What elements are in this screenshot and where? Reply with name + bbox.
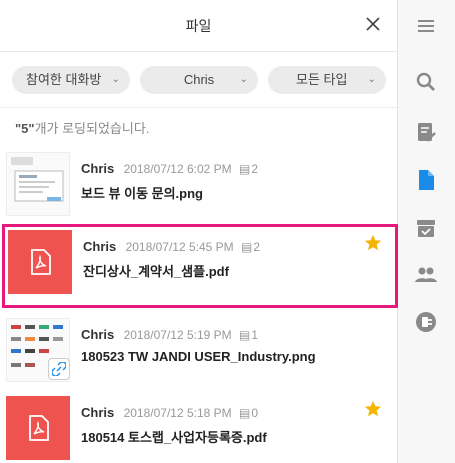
file-name[interactable]: 180514 토스랩_사업자등록증.pdf (81, 427, 267, 446)
loaded-count-text: 개가 로딩되었습니다. (34, 121, 150, 136)
file-list-item-selected[interactable]: Chris 2018/07/12 5:45 PM ▤2 잔디상사_계약서_샘플.… (2, 224, 398, 308)
filter-bar: 참여한 대화방 ⌄ Chris ⌄ 모든 타입 ⌄ (0, 52, 397, 108)
file-date: 2018/07/12 5:45 PM (125, 240, 234, 254)
file-name[interactable]: 180523 TW JANDI USER_Industry.png (81, 349, 316, 364)
comment-count: 2 (253, 240, 261, 254)
comment-count: 2 (251, 162, 259, 176)
comment-count: 1 (251, 328, 259, 342)
file-thumbnail (8, 230, 72, 294)
pdf-icon (31, 249, 51, 275)
star-icon[interactable] (364, 234, 382, 252)
star-icon[interactable] (364, 400, 382, 418)
loaded-count-number: "5" (15, 121, 35, 136)
file-icon-active[interactable] (414, 168, 438, 192)
file-thumbnail (6, 152, 70, 216)
chevron-down-icon: ⌄ (367, 74, 376, 85)
archive-box-icon[interactable] (414, 216, 438, 240)
file-author: Chris (81, 327, 115, 342)
todo-document-icon[interactable] (414, 120, 438, 144)
file-list-item[interactable]: Chris 2018/07/12 5:19 PM ▤1 180523 TW JA… (0, 312, 398, 396)
file-name[interactable]: 보드 뷰 이동 문의.png (81, 183, 203, 202)
members-icon[interactable] (414, 262, 438, 286)
file-date: 2018/07/12 5:19 PM (123, 328, 232, 342)
comment-icon: ▤ (239, 162, 251, 176)
panel-title: 파일 (185, 18, 212, 34)
panel-header: 파일 (0, 0, 397, 52)
member-filter-select[interactable]: Chris ⌄ (140, 66, 258, 94)
file-author: Chris (83, 239, 117, 254)
file-list-item[interactable]: Chris 2018/07/12 5:18 PM ▤0 180514 토스랩_사… (0, 390, 398, 463)
file-thumbnail (6, 396, 70, 460)
file-meta: Chris 2018/07/12 5:45 PM ▤2 (83, 239, 260, 254)
room-filter-select[interactable]: 참여한 대화방 ⌄ (12, 66, 130, 94)
files-panel: 파일 참여한 대화방 ⌄ Chris ⌄ 모든 타입 ⌄ "5"개가 로딩되었습… (0, 0, 398, 463)
file-meta: Chris 2018/07/12 5:19 PM ▤1 (81, 327, 258, 342)
file-name[interactable]: 잔디상사_계약서_샘플.pdf (83, 261, 229, 280)
file-date: 2018/07/12 6:02 PM (123, 162, 232, 176)
room-filter-label: 참여한 대화방 (26, 72, 102, 87)
file-date: 2018/07/12 5:18 PM (123, 406, 232, 420)
file-list-item[interactable]: Chris 2018/07/12 6:02 PM ▤2 보드 뷰 이동 문의.p… (0, 146, 398, 230)
hamburger-menu-icon[interactable] (414, 14, 438, 38)
file-meta: Chris 2018/07/12 5:18 PM ▤0 (81, 405, 258, 420)
member-filter-label: Chris (183, 72, 215, 87)
chevron-down-icon: ⌄ (239, 74, 248, 85)
file-author: Chris (81, 405, 115, 420)
link-icon[interactable] (48, 358, 70, 380)
type-filter-select[interactable]: 모든 타입 ⌄ (268, 66, 386, 94)
comment-count: 0 (251, 406, 259, 420)
integration-plug-icon[interactable] (414, 310, 438, 334)
right-sidebar (398, 0, 455, 463)
close-icon[interactable] (363, 14, 383, 34)
file-meta: Chris 2018/07/12 6:02 PM ▤2 (81, 161, 258, 176)
comment-icon: ▤ (239, 406, 251, 420)
search-icon[interactable] (414, 70, 438, 94)
file-author: Chris (81, 161, 115, 176)
loaded-count: "5"개가 로딩되었습니다. (15, 118, 149, 137)
comment-icon: ▤ (239, 328, 251, 342)
pdf-icon (29, 415, 49, 441)
chevron-down-icon: ⌄ (111, 74, 120, 85)
comment-icon: ▤ (241, 240, 253, 254)
type-filter-label: 모든 타입 (296, 72, 348, 87)
